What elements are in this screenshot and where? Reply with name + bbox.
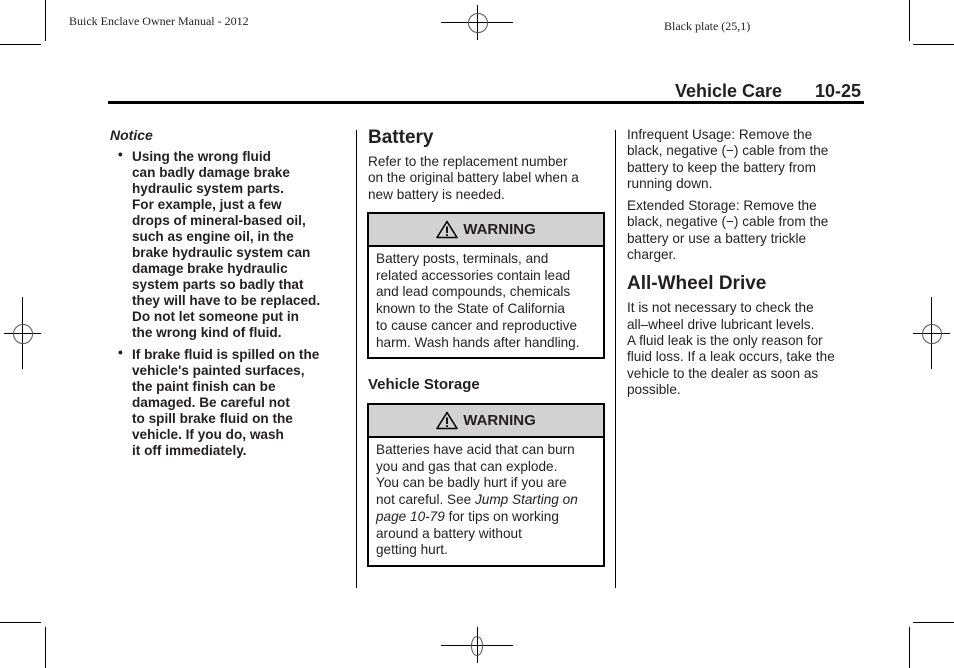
warning-label: WARNING (463, 412, 536, 429)
crop-mark-top-right-v (909, 0, 910, 41)
crop-mark-bottom-left-v (45, 627, 46, 668)
warning-header: WARNING (369, 214, 603, 247)
notice-list: • Using the wrong fluid can badly damage… (110, 147, 350, 459)
notice-bullet: • Using the wrong fluid can badly damage… (118, 147, 321, 340)
jump-starting-link[interactable]: Jump Starting on (475, 492, 578, 507)
warning-header: WARNING (369, 405, 603, 438)
awd-text: It is not necessary to check the all–whe… (627, 300, 835, 397)
running-head-section: Vehicle Care (675, 81, 783, 101)
awd-heading: All-Wheel Drive (627, 273, 767, 295)
notice-bullet: • If brake fluid is spilled on the vehic… (118, 345, 320, 458)
battery-heading: Battery (368, 127, 434, 148)
warning-text: Battery posts, terminals, and related ac… (376, 251, 580, 350)
page-number: 10-25 (815, 81, 862, 101)
notice-section: Notice • Using the wrong fluid can badly… (110, 127, 350, 459)
vehicle-storage-heading: Vehicle Storage (368, 376, 480, 393)
battery-section: Battery Refer to the replacement number … (368, 127, 608, 203)
header-rule (108, 101, 864, 104)
crop-mark-top-left-h (0, 44, 41, 45)
crop-mark-top-left-v (45, 0, 46, 41)
warning-text: Batteries have acid that can burn you an… (376, 442, 578, 558)
warning-label: WARNING (463, 221, 536, 238)
warning-triangle-icon (436, 220, 459, 239)
bullet-icon: • (118, 345, 123, 360)
crop-mark-top-right-h (913, 44, 954, 45)
infrequent-usage-text: Infrequent Usage: Remove the black, nega… (627, 127, 829, 191)
warning-triangle-icon (436, 411, 459, 430)
battery-intro: Refer to the replacement number on the o… (368, 154, 579, 202)
plate-label: Black plate (25,1) (664, 19, 751, 33)
column-divider-1 (356, 130, 357, 588)
warning-box-lead: WARNING Battery posts, terminals, and re… (367, 212, 605, 359)
manual-title: Buick Enclave Owner Manual - 2012 (69, 14, 249, 28)
jump-starting-page-link[interactable]: page 10-79 (376, 509, 445, 524)
notice-title: Notice (110, 127, 153, 143)
crop-mark-bottom-right-v (909, 627, 910, 668)
storage-details: Infrequent Usage: Remove the black, nega… (627, 127, 867, 398)
warning-box-acid: WARNING Batteries have acid that can bur… (367, 403, 605, 567)
bullet-icon: • (118, 147, 123, 162)
extended-storage-text: Extended Storage: Remove the black, nega… (627, 198, 829, 263)
column-divider-2 (615, 130, 616, 588)
crop-mark-bottom-right-h (913, 622, 954, 623)
crop-mark-bottom-left-h (0, 622, 41, 623)
